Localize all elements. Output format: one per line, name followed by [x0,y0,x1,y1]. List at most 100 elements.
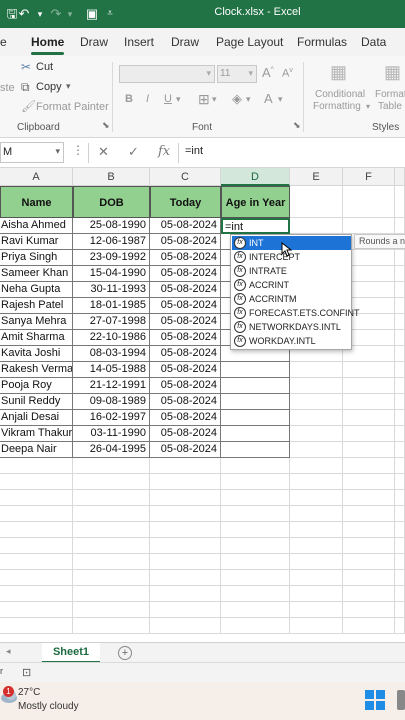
empty-cell[interactable] [395,618,405,634]
sheet-tab-sheet1[interactable]: Sheet1 [42,643,100,663]
empty-cell[interactable] [343,458,395,474]
empty-cell[interactable] [395,186,405,218]
name-cell[interactable]: Deepa Nair [0,442,73,458]
today-cell[interactable]: 05-08-2024 [150,250,221,266]
cancel-icon[interactable]: ✕ [98,144,109,160]
empty-cell[interactable] [343,378,395,394]
tab-draw[interactable]: Draw [80,35,108,49]
empty-cell[interactable] [150,570,221,586]
empty-cell[interactable] [290,538,343,554]
today-cell[interactable]: 05-08-2024 [150,378,221,394]
empty-cell[interactable] [395,506,405,522]
empty-cell[interactable] [150,586,221,602]
cut-button[interactable]: Cut [36,61,53,73]
age-cell[interactable] [221,426,290,442]
empty-cell[interactable] [343,186,395,218]
today-cell[interactable]: 05-08-2024 [150,426,221,442]
empty-cell[interactable] [150,474,221,490]
empty-cell[interactable] [395,490,405,506]
today-cell[interactable]: 05-08-2024 [150,234,221,250]
enter-icon[interactable]: ✓ [128,144,139,160]
empty-cell[interactable] [343,506,395,522]
insert-function-icon[interactable]: fx [158,144,170,159]
empty-cell[interactable] [343,602,395,618]
tab-insert[interactable]: Insert [124,35,154,49]
empty-cell[interactable] [150,522,221,538]
today-cell[interactable]: 05-08-2024 [150,266,221,282]
empty-cell[interactable] [290,362,343,378]
tab-formulas[interactable]: Formulas [297,35,347,49]
empty-cell[interactable] [395,538,405,554]
conditional-formatting-icon[interactable]: ▦ [330,62,347,83]
font-color-icon[interactable]: A [264,91,273,106]
name-cell[interactable]: Vikram Thakur [0,426,73,442]
tab-draw-2[interactable]: Draw [171,35,199,49]
empty-cell[interactable] [290,218,343,234]
borders-icon[interactable]: ⊞ [198,91,210,108]
today-cell[interactable]: 05-08-2024 [150,330,221,346]
name-cell[interactable]: Sunil Reddy [0,394,73,410]
empty-cell[interactable] [395,314,405,330]
empty-cell[interactable] [73,458,150,474]
empty-cell[interactable] [73,506,150,522]
empty-cell[interactable] [395,426,405,442]
empty-cell[interactable] [290,602,343,618]
name-cell[interactable]: Neha Gupta [0,282,73,298]
empty-cell[interactable] [395,282,405,298]
dob-cell[interactable]: 26-04-1995 [73,442,150,458]
active-cell[interactable]: =int [221,218,290,234]
underline-button[interactable]: U [164,93,172,105]
name-cell[interactable]: Rakesh Verma [0,362,73,378]
empty-cell[interactable] [290,378,343,394]
empty-cell[interactable] [150,506,221,522]
column-header-d[interactable]: D [221,168,290,186]
table-header-cell[interactable]: Name [0,186,73,218]
empty-cell[interactable] [73,618,150,634]
empty-cell[interactable] [221,458,290,474]
today-cell[interactable]: 05-08-2024 [150,346,221,362]
autocomplete-item[interactable]: fx NETWORKDAYS.INTL [232,320,351,334]
bold-button[interactable]: B [125,93,133,105]
empty-cell[interactable] [73,538,150,554]
formula-input[interactable]: =int [185,145,203,157]
conditional-formatting-label-2[interactable]: Formatting [313,101,361,112]
column-header-f[interactable]: F [343,168,395,186]
name-cell[interactable]: Kavita Joshi [0,346,73,362]
empty-cell[interactable] [290,490,343,506]
more-options-icon[interactable]: ⋮ [72,143,84,157]
today-cell[interactable]: 05-08-2024 [150,218,221,234]
today-cell[interactable]: 05-08-2024 [150,442,221,458]
empty-cell[interactable] [150,602,221,618]
dob-cell[interactable]: 25-08-1990 [73,218,150,234]
empty-cell[interactable] [221,554,290,570]
name-cell[interactable]: Sanya Mehra [0,314,73,330]
empty-cell[interactable] [343,538,395,554]
format-as-table-label-1[interactable]: Format [375,89,405,100]
format-as-table-icon[interactable]: ▦ [384,62,401,83]
today-cell[interactable]: 05-08-2024 [150,314,221,330]
empty-cell[interactable] [343,490,395,506]
empty-cell[interactable] [343,410,395,426]
add-sheet-button[interactable]: + [118,646,132,660]
fill-color-icon[interactable]: ◈ [232,91,242,107]
empty-cell[interactable] [221,474,290,490]
empty-cell[interactable] [150,458,221,474]
name-cell[interactable]: Aisha Ahmed [0,218,73,234]
autocomplete-item[interactable]: fx INTRATE [232,264,351,278]
name-cell[interactable]: Amit Sharma [0,330,73,346]
empty-cell[interactable] [395,362,405,378]
search-taskbar-icon[interactable] [397,690,405,710]
dob-cell[interactable]: 14-05-1988 [73,362,150,378]
font-size-combo[interactable]: 11 ▾ [217,65,257,83]
empty-cell[interactable] [343,618,395,634]
empty-cell[interactable] [343,362,395,378]
empty-cell[interactable] [395,410,405,426]
empty-cell[interactable] [395,266,405,282]
copy-button[interactable]: Copy [36,81,62,93]
empty-cell[interactable] [395,554,405,570]
dob-cell[interactable]: 30-11-1993 [73,282,150,298]
empty-cell[interactable] [221,618,290,634]
empty-cell[interactable] [150,538,221,554]
column-header-c[interactable]: C [150,168,221,186]
font-name-combo[interactable]: ▾ [119,65,215,83]
